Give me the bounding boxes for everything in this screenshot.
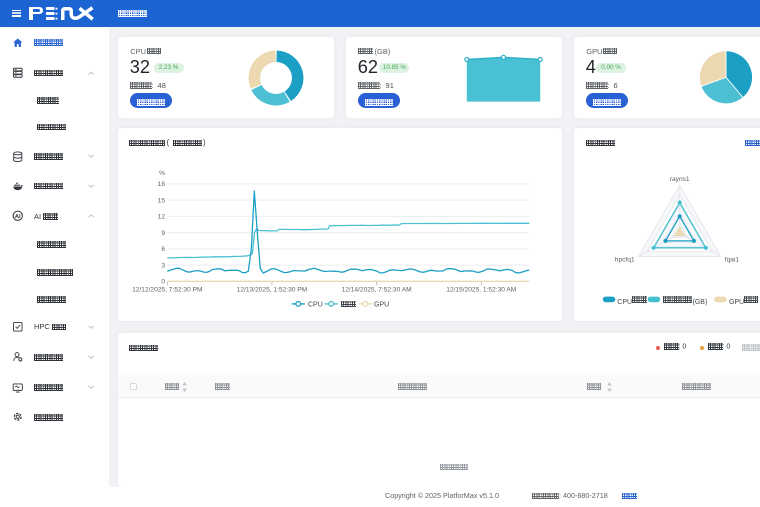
svg-text:12/13/2025, 1:52:30 PM: 12/13/2025, 1:52:30 PM [237,287,307,294]
svg-text:%: % [159,170,165,177]
svg-text:fqai1: fqai1 [725,257,740,264]
svg-text:12/14/2025, 7:52:30 AM: 12/14/2025, 7:52:30 AM [342,287,412,294]
svg-text:12/12/2025, 7:52:30 PM: 12/12/2025, 7:52:30 PM [132,287,202,294]
svg-text:hpcfq1: hpcfq1 [615,257,635,264]
svg-text:0: 0 [161,279,165,286]
svg-text:AI: AI [15,214,21,220]
svg-text:6: 6 [161,246,165,253]
svg-text:CPU: CPU [308,302,323,309]
svg-text:3: 3 [161,263,165,270]
svg-text:9: 9 [161,230,165,237]
svg-text:(GB): (GB) [693,299,708,306]
svg-text:CPU: CPU [617,299,632,306]
svg-text:12: 12 [158,214,166,221]
svg-text:12/15/2025, 1:52:30 AM: 12/15/2025, 1:52:30 AM [446,287,516,294]
svg-text:GPU: GPU [729,299,744,306]
svg-text:15: 15 [158,198,166,205]
svg-text:18: 18 [158,181,166,188]
svg-text:GPU: GPU [374,302,389,309]
svg-text:rayns1: rayns1 [670,176,690,183]
